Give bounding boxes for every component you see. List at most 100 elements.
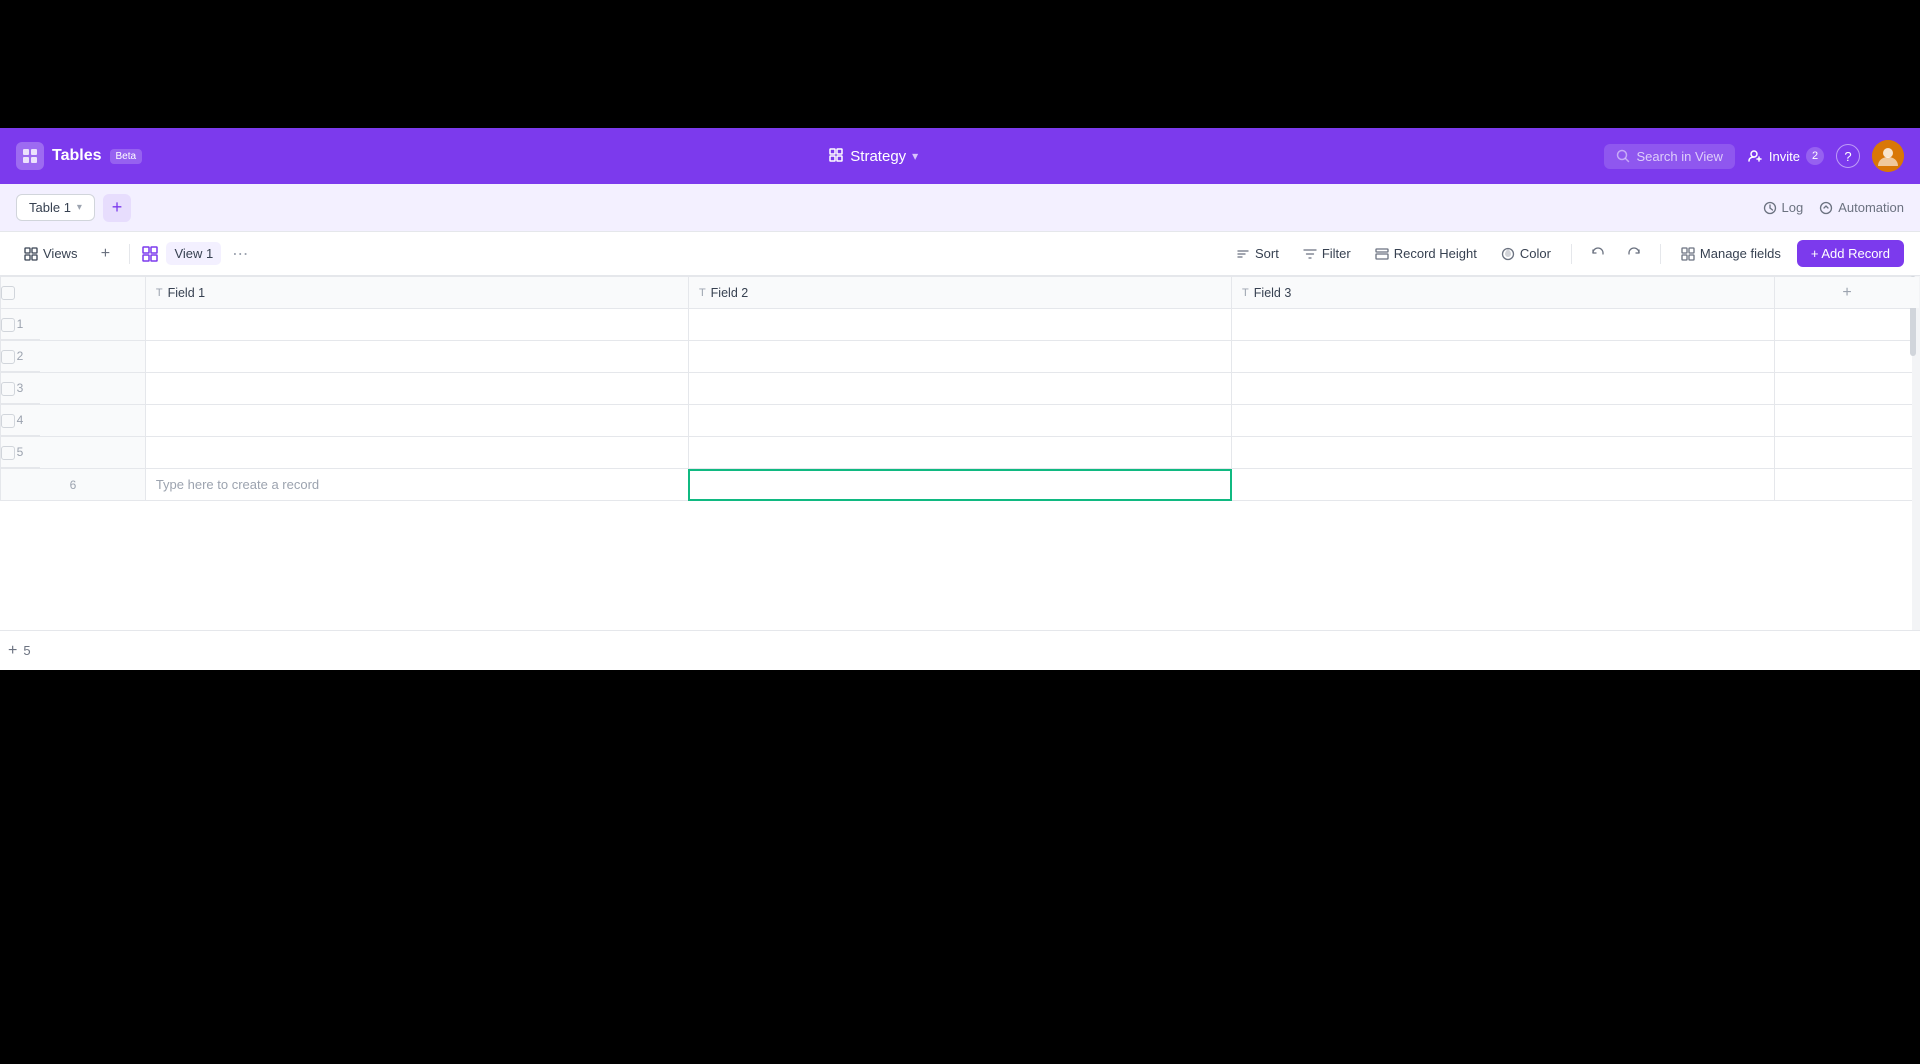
row-5-checkbox-cell xyxy=(1,437,146,469)
table-footer: + 5 xyxy=(0,630,1920,670)
tabs-right-actions: Log Automation xyxy=(1763,200,1904,215)
app-logo-icon xyxy=(16,142,44,170)
row-4-field-2[interactable] xyxy=(688,405,1231,437)
table-body: 6 Type here to create a record xyxy=(1,309,1920,501)
placeholder-field-3-cell[interactable] xyxy=(1232,469,1775,501)
row-1-field-3[interactable] xyxy=(1232,309,1775,341)
table-tabs-bar: Table 1 ▾ + Log Automation xyxy=(0,184,1920,232)
row-5-field-3[interactable] xyxy=(1232,437,1775,469)
filter-icon xyxy=(1303,247,1317,261)
row-4-checkbox[interactable] xyxy=(1,414,15,428)
table-row xyxy=(1,437,1920,469)
views-button[interactable]: Views xyxy=(16,242,85,265)
row-3-field-1[interactable] xyxy=(145,373,688,405)
row-2-field-2[interactable] xyxy=(688,341,1231,373)
grid-view-icon xyxy=(142,246,158,262)
redo-button[interactable] xyxy=(1620,240,1648,268)
field-1-header[interactable]: T Field 1 xyxy=(145,277,688,309)
table-header: T Field 1 T Field 2 T xyxy=(1,277,1920,309)
select-all-checkbox[interactable] xyxy=(1,286,15,300)
table-grid: T Field 1 T Field 2 T xyxy=(0,276,1920,630)
search-bar[interactable]: Search in View xyxy=(1604,144,1734,169)
field-2-label: Field 2 xyxy=(711,286,749,300)
field-2-header-content: T Field 2 xyxy=(699,286,1221,300)
row-4-field-3[interactable] xyxy=(1232,405,1775,437)
manage-fields-icon xyxy=(1681,247,1695,261)
undo-button[interactable] xyxy=(1584,240,1612,268)
row-4-checkbox-cell xyxy=(1,405,146,437)
manage-fields-button[interactable]: Manage fields xyxy=(1673,242,1789,265)
main-content: T Field 1 T Field 2 T xyxy=(0,276,1920,670)
table-row xyxy=(1,405,1920,437)
header-logo: Tables Beta xyxy=(16,142,142,170)
row-1-checkbox-cell xyxy=(1,309,146,341)
field-3-header[interactable]: T Field 3 xyxy=(1232,277,1775,309)
header-checkbox-col xyxy=(1,277,146,309)
beta-badge: Beta xyxy=(110,149,143,164)
filter-button[interactable]: Filter xyxy=(1295,242,1359,265)
log-button[interactable]: Log xyxy=(1763,200,1804,215)
row-1-extra xyxy=(1775,309,1920,341)
row-5-field-1[interactable] xyxy=(145,437,688,469)
automation-label: Automation xyxy=(1838,200,1904,215)
add-record-button[interactable]: + Add Record xyxy=(1797,240,1904,267)
view-1-label: View 1 xyxy=(174,246,213,261)
row-1-field-2[interactable] xyxy=(688,309,1231,341)
field-2-type-icon: T xyxy=(699,287,706,299)
add-table-button[interactable]: + xyxy=(103,194,131,222)
invite-button[interactable]: Invite 2 xyxy=(1747,147,1824,165)
row-3-checkbox-cell xyxy=(1,373,146,405)
table-row xyxy=(1,341,1920,373)
table-tab-caret-icon: ▾ xyxy=(77,202,82,213)
scrollbar-track xyxy=(1912,276,1920,630)
view-toolbar: Views + View 1 ⋯ Sort xyxy=(0,232,1920,276)
help-button[interactable]: ? xyxy=(1836,144,1860,168)
field-2-header[interactable]: T Field 2 xyxy=(688,277,1231,309)
table-1-tab[interactable]: Table 1 ▾ xyxy=(16,194,95,221)
project-strategy-button[interactable]: Strategy ▾ xyxy=(828,147,918,166)
record-height-button[interactable]: Record Height xyxy=(1367,242,1485,265)
add-field-header[interactable]: + xyxy=(1775,277,1920,309)
toolbar-divider-1 xyxy=(129,244,130,264)
footer-add-button[interactable]: + 5 xyxy=(8,642,31,660)
placeholder-field-2-cell[interactable] xyxy=(688,469,1231,501)
footer-add-icon: + xyxy=(8,642,17,660)
row-5-checkbox[interactable] xyxy=(1,446,15,460)
placeholder-checkbox-cell: 6 xyxy=(1,469,146,501)
undo-icon xyxy=(1591,247,1605,261)
invite-label: Invite xyxy=(1769,149,1800,164)
toolbar-divider-3 xyxy=(1660,244,1661,264)
row-5-field-2[interactable] xyxy=(688,437,1231,469)
field-3-type-icon: T xyxy=(1242,287,1249,299)
log-icon xyxy=(1763,201,1777,215)
add-field-button[interactable]: + xyxy=(1842,284,1851,302)
row-2-checkbox[interactable] xyxy=(1,350,15,364)
row-4-field-1[interactable] xyxy=(145,405,688,437)
color-button[interactable]: Color xyxy=(1493,242,1559,265)
project-name: Strategy xyxy=(850,148,906,165)
header-right: Search in View Invite 2 ? xyxy=(1604,140,1904,172)
color-label: Color xyxy=(1520,246,1551,261)
project-icon xyxy=(828,147,844,166)
filter-label: Filter xyxy=(1322,246,1351,261)
row-1-field-1[interactable] xyxy=(145,309,688,341)
row-2-field-1[interactable] xyxy=(145,341,688,373)
field-1-type-icon: T xyxy=(156,287,163,299)
row-3-field-3[interactable] xyxy=(1232,373,1775,405)
placeholder-text-cell[interactable]: Type here to create a record xyxy=(145,469,688,501)
view-more-button[interactable]: ⋯ xyxy=(229,243,251,265)
views-label: Views xyxy=(43,246,77,261)
automation-button[interactable]: Automation xyxy=(1819,200,1904,215)
sort-button[interactable]: Sort xyxy=(1228,242,1287,265)
view-1-tab[interactable]: View 1 xyxy=(166,242,221,265)
placeholder-row: 6 Type here to create a record xyxy=(1,469,1920,501)
row-3-checkbox[interactable] xyxy=(1,382,15,396)
user-avatar[interactable] xyxy=(1872,140,1904,172)
row-2-field-3[interactable] xyxy=(1232,341,1775,373)
row-3-field-2[interactable] xyxy=(688,373,1231,405)
toolbar-divider-2 xyxy=(1571,244,1572,264)
help-icon: ? xyxy=(1844,149,1851,164)
row-1-checkbox[interactable] xyxy=(1,318,15,332)
data-table: T Field 1 T Field 2 T xyxy=(0,276,1920,501)
add-view-button[interactable]: + xyxy=(93,242,117,266)
